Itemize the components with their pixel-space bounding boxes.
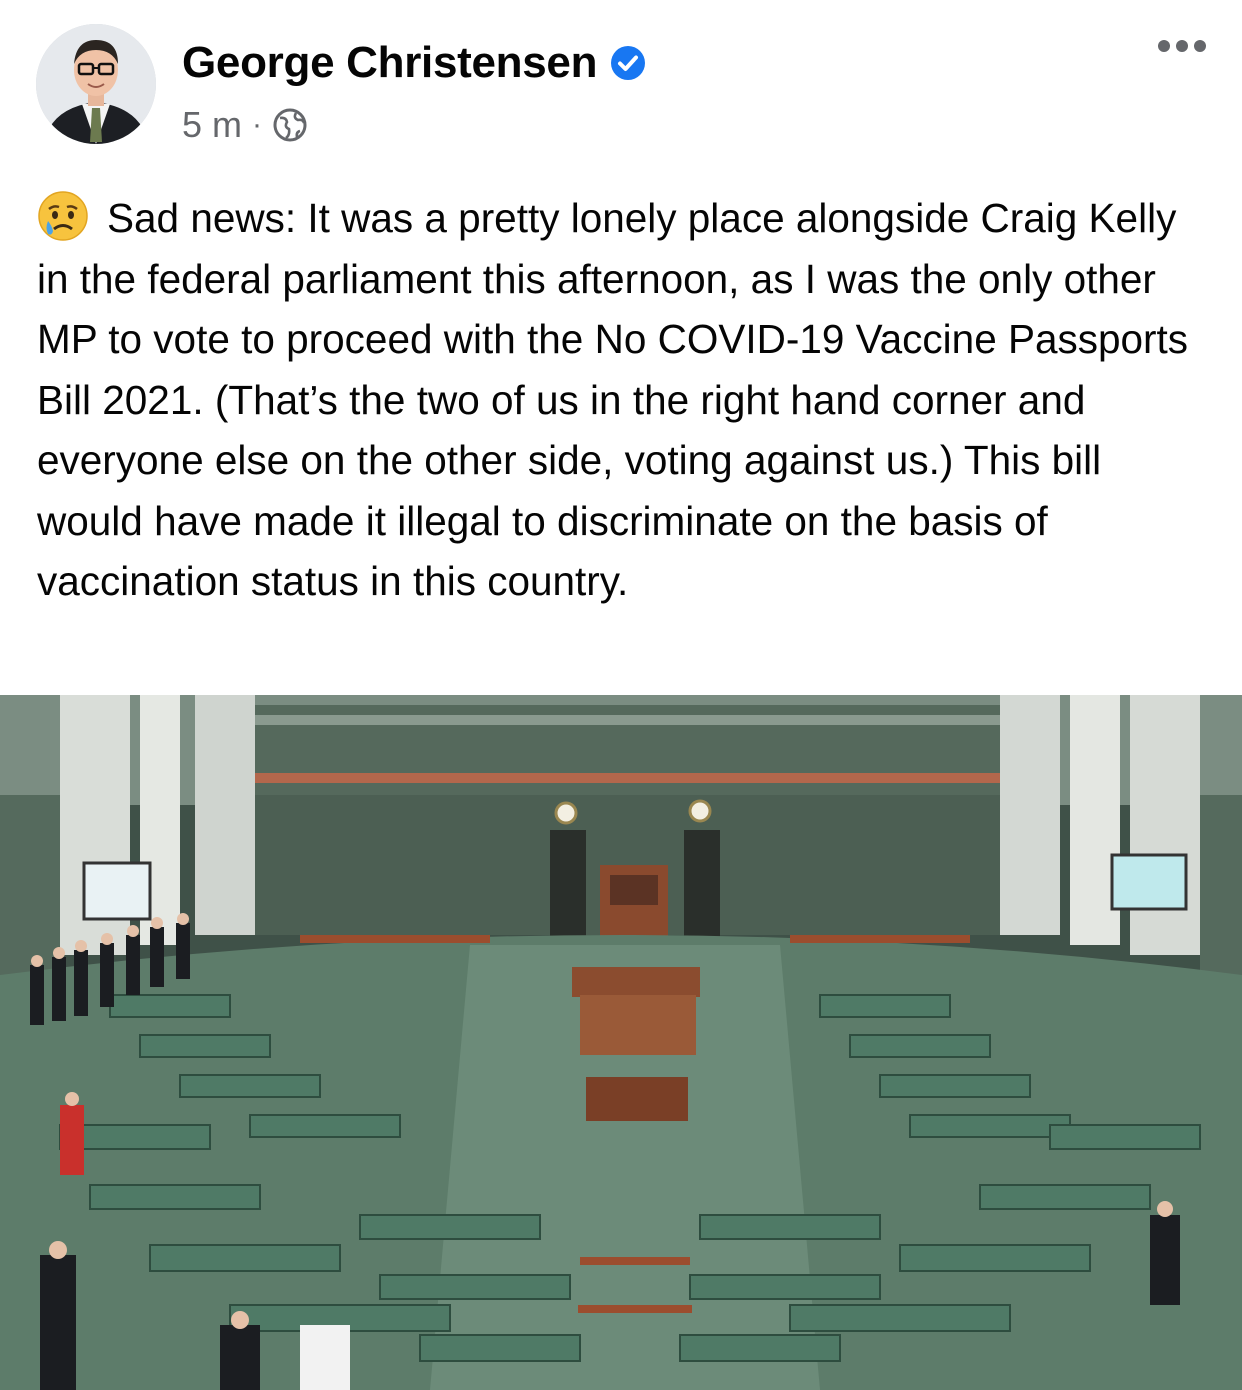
post-body: Sad news: It was a pretty lonely place a… <box>37 188 1212 612</box>
more-options-button[interactable] <box>1158 40 1206 52</box>
author-avatar[interactable] <box>36 24 156 144</box>
author-name[interactable]: George Christensen <box>182 38 597 88</box>
post-meta: 5 m · <box>182 104 308 146</box>
crying-face-emoji-icon <box>38 191 88 241</box>
author-row: George Christensen <box>182 38 647 88</box>
more-dot-icon <box>1158 40 1170 52</box>
post-timestamp[interactable]: 5 m <box>182 104 242 146</box>
post-photo[interactable] <box>0 695 1242 1390</box>
more-dot-icon <box>1194 40 1206 52</box>
meta-separator: · <box>252 108 263 141</box>
more-dot-icon <box>1176 40 1188 52</box>
globe-icon[interactable] <box>272 107 308 143</box>
verified-badge-icon <box>611 46 646 80</box>
post-text: Sad news: It was a pretty lonely place a… <box>37 195 1189 604</box>
